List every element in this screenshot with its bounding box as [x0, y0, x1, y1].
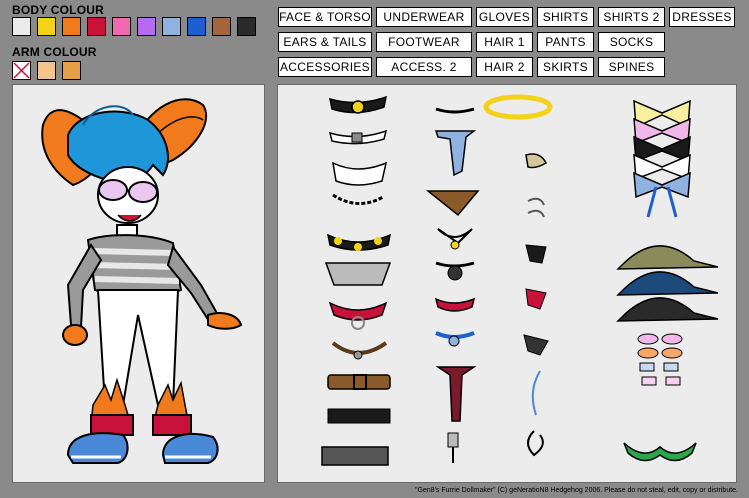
rabbit-character-icon — [41, 98, 243, 464]
tab-footwear[interactable]: FOOTWEAR — [376, 32, 472, 52]
earring-icon[interactable] — [525, 288, 547, 310]
arm-colour-swatch[interactable] — [12, 61, 31, 80]
body-colour-swatch[interactable] — [37, 17, 56, 36]
character-preview-panel — [12, 84, 265, 483]
collar-icon[interactable] — [327, 408, 391, 424]
arm-colour-swatch[interactable] — [62, 61, 81, 80]
collar-icon[interactable] — [327, 374, 391, 390]
tab-face-torso[interactable]: FACE & TORSO — [278, 7, 372, 27]
collar-icon[interactable] — [331, 341, 388, 360]
items-grid — [321, 94, 719, 466]
body-colour-swatch[interactable] — [187, 17, 206, 36]
body-colour-swatch[interactable] — [87, 17, 106, 36]
tie-icon[interactable] — [434, 297, 476, 312]
tie-icon[interactable] — [447, 432, 459, 463]
tie-icon[interactable] — [435, 331, 475, 347]
earring-icon[interactable] — [527, 430, 544, 457]
copyright-footer: "Gen8's Furrie Dollmaker" (C) geNeratioN… — [414, 487, 738, 494]
tab-access-2[interactable]: ACCESS. 2 — [376, 57, 472, 77]
earring-icon[interactable] — [525, 244, 547, 264]
tab-hair-2[interactable]: HAIR 2 — [476, 57, 533, 77]
collar-icon[interactable] — [326, 233, 392, 251]
tab-spines[interactable]: SPINES — [598, 57, 665, 77]
tie-icon[interactable] — [437, 228, 473, 250]
body-colour-swatch[interactable] — [137, 17, 156, 36]
tab-dresses[interactable]: DRESSES — [669, 7, 735, 27]
bow-icon[interactable] — [633, 99, 691, 218]
tab-shirts[interactable]: SHIRTS — [537, 7, 594, 27]
collar-icon[interactable] — [332, 161, 388, 186]
tab-hair-1[interactable]: HAIR 1 — [476, 32, 533, 52]
body-colour-swatch[interactable] — [112, 17, 131, 36]
collar-icon[interactable] — [324, 262, 392, 286]
glasses-icon[interactable] — [637, 333, 683, 386]
collar-icon[interactable] — [332, 193, 384, 205]
tab-ears-tails[interactable]: EARS & TAILS — [278, 32, 372, 52]
earring-icon[interactable] — [527, 197, 545, 218]
tie-icon[interactable] — [435, 107, 475, 114]
earring-icon[interactable] — [531, 370, 541, 416]
tab-socks[interactable]: SOCKS — [598, 32, 665, 52]
tab-pants[interactable]: PANTS — [537, 32, 594, 52]
tie-icon[interactable] — [435, 261, 475, 281]
cap-icon[interactable] — [616, 245, 719, 322]
bra-icon[interactable] — [623, 442, 697, 462]
tie-icon[interactable] — [425, 190, 480, 217]
earring-icon[interactable] — [525, 153, 547, 169]
collar-icon[interactable] — [328, 129, 388, 145]
body-colour-swatch[interactable] — [12, 17, 31, 36]
body-colour-swatch[interactable] — [237, 17, 256, 36]
collar-icon[interactable] — [328, 301, 388, 330]
tab-gloves[interactable]: GLOVES — [476, 7, 533, 27]
arm-colour-swatch[interactable] — [37, 61, 56, 80]
arm-colour-label: ARM COLOUR — [12, 45, 97, 59]
tab-skirts[interactable]: SKIRTS — [537, 57, 594, 77]
tab-shirts-2[interactable]: SHIRTS 2 — [598, 7, 665, 27]
collar-icon[interactable] — [321, 446, 389, 466]
body-colour-label: BODY COLOUR — [12, 3, 104, 17]
tie-icon[interactable] — [435, 366, 477, 422]
body-colour-swatch[interactable] — [162, 17, 181, 36]
earring-icon[interactable] — [523, 334, 549, 356]
collar-icon[interactable] — [329, 95, 387, 114]
tab-accessories[interactable]: ACCESSORIES — [278, 57, 372, 77]
tab-underwear[interactable]: UNDERWEAR — [376, 7, 472, 27]
tie-icon[interactable] — [434, 130, 477, 177]
body-colour-swatch[interactable] — [212, 17, 231, 36]
no-colour-icon — [13, 62, 30, 79]
items-panel — [277, 84, 737, 483]
body-colour-swatch[interactable] — [62, 17, 81, 36]
